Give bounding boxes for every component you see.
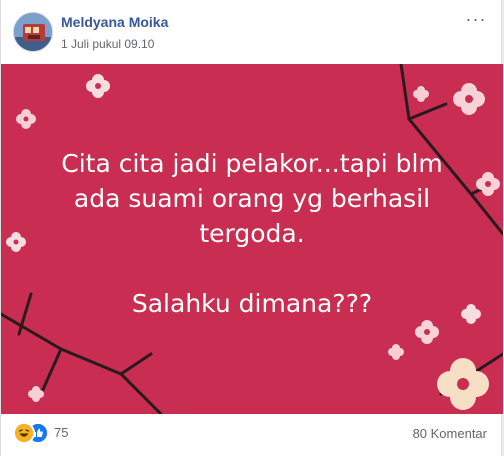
quote-line: Cita cita jadi pelakor...tapi blm — [61, 149, 443, 178]
author-avatar[interactable] — [13, 12, 53, 52]
post-timestamp-link[interactable]: 1 Juli pukul 09.10 — [61, 37, 154, 51]
quote-line-blank — [31, 251, 473, 286]
comments-count-link[interactable]: 80 Komentar — [413, 426, 487, 441]
post-header: Meldyana Moika 1 Juli pukul 09.10 ··· — [1, 0, 501, 60]
quote-line: ada suami orang yg berhasil — [73, 184, 431, 213]
post-footer: 75 80 Komentar — [1, 414, 501, 454]
author-name-link[interactable]: Meldyana Moika — [61, 14, 168, 30]
more-options-icon[interactable]: ··· — [465, 10, 487, 32]
reaction-count: 75 — [54, 425, 69, 440]
haha-icon — [13, 422, 35, 444]
avatar-photo-icon — [14, 13, 52, 51]
quote-line: tergoda. — [199, 219, 305, 248]
feed-post-card: Meldyana Moika 1 Juli pukul 09.10 ··· Ci… — [0, 0, 503, 456]
post-image[interactable]: Cita cita jadi pelakor...tapi blm ada su… — [1, 64, 503, 414]
quote-line: Salahku dimana??? — [131, 289, 373, 318]
post-quote-text: Cita cita jadi pelakor...tapi blm ada su… — [31, 146, 473, 321]
